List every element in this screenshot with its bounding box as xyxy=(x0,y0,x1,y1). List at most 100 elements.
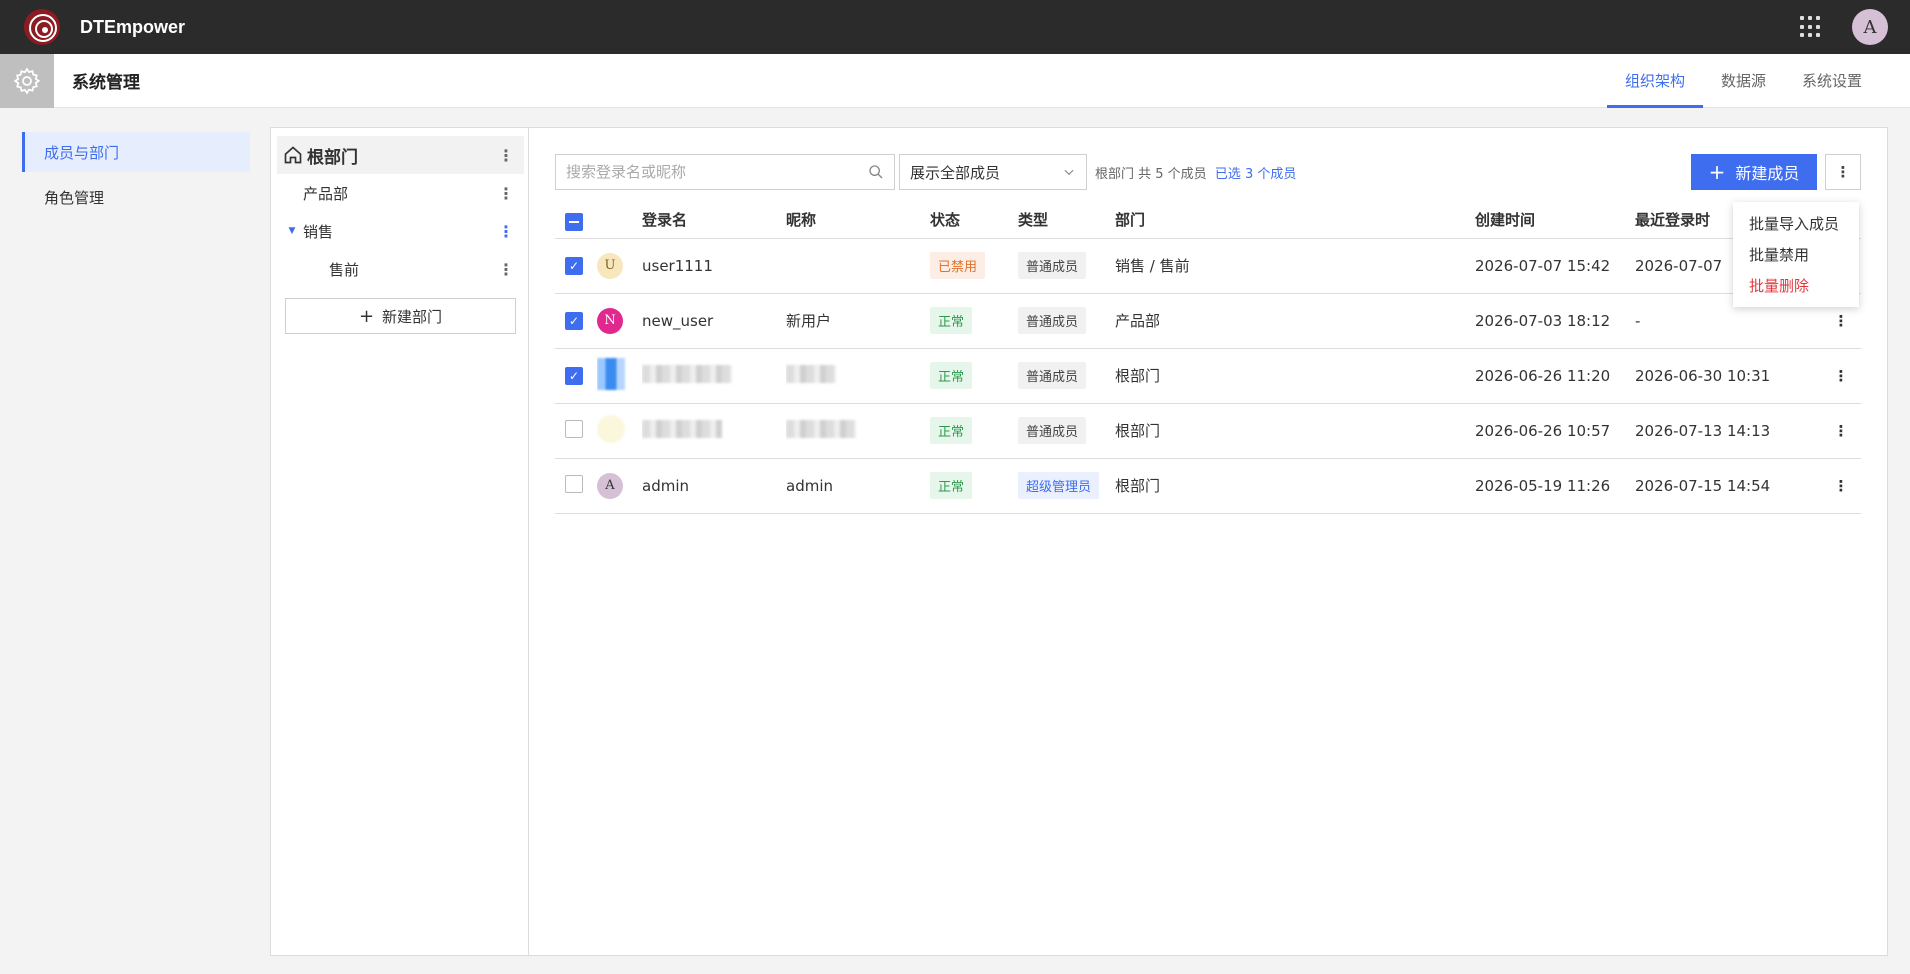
col-type: 类型 xyxy=(1018,202,1115,239)
sidebar-item-members-depts[interactable]: 成员与部门 xyxy=(22,132,250,172)
table-header-row: 登录名 昵称 状态 类型 部门 创建时间 最近登录时 xyxy=(555,202,1861,239)
dept: 产品部 xyxy=(1115,293,1475,349)
member-summary: 根部门 共 5 个成员 已选 3 个成员 xyxy=(1095,163,1296,182)
status-badge: 正常 xyxy=(930,307,973,334)
login-name-blurred xyxy=(642,364,732,383)
tab-org-structure[interactable]: 组织架构 xyxy=(1606,54,1703,108)
menu-item-batch-import[interactable]: 批量导入成员 xyxy=(1733,208,1859,239)
created-time: 2026-07-07 15:42 xyxy=(1475,238,1635,294)
app-logo-icon[interactable] xyxy=(22,7,62,47)
table-row[interactable]: 正常 普通成员 根部门 2026-06-26 10:57 2026-07-13 … xyxy=(555,403,1861,459)
dept-more-icon[interactable]: ⋮ xyxy=(498,212,514,250)
search-box xyxy=(555,154,895,190)
created-time: 2026-05-19 11:26 xyxy=(1475,458,1635,514)
dept: 根部门 xyxy=(1115,348,1475,404)
type-badge: 普通成员 xyxy=(1018,307,1087,334)
col-dept: 部门 xyxy=(1115,202,1475,239)
chevron-down-icon xyxy=(1064,169,1074,176)
table-row[interactable]: ✓ N new_user 新用户 正常 普通成员 产品部 2026-07-03 … xyxy=(555,293,1861,349)
menu-item-batch-delete[interactable]: 批量删除 xyxy=(1733,270,1859,301)
avatar: A xyxy=(597,472,623,499)
dept-root-label: 根部门 xyxy=(307,147,358,168)
member-pane: 展示全部成员 根部门 共 5 个成员 已选 3 个成员 + 新建成员 ⋮ xyxy=(529,128,1887,955)
sidebar-item-roles[interactable]: 角色管理 xyxy=(22,177,250,217)
table-row[interactable]: A admin admin 正常 超级管理员 根部门 2026-05-19 11… xyxy=(555,458,1861,514)
user-avatar[interactable]: A xyxy=(1852,9,1888,45)
dept-item-presales[interactable]: 售前 ⋮ xyxy=(277,250,524,288)
new-department-button[interactable]: + 新建部门 xyxy=(285,298,516,334)
search-icon[interactable] xyxy=(868,164,884,180)
avatar: N xyxy=(597,307,623,334)
nickname xyxy=(786,238,930,294)
login-name-blurred xyxy=(642,419,722,438)
select-all-checkbox[interactable] xyxy=(565,212,583,231)
avatar: U xyxy=(597,252,623,279)
nickname-blurred xyxy=(786,364,836,383)
nickname: 新用户 xyxy=(786,293,930,349)
dept-root-more-icon[interactable]: ⋮ xyxy=(498,136,514,174)
last-login-time: 2026-06-30 10:31 xyxy=(1635,348,1821,404)
row-checkbox[interactable]: ✓ xyxy=(565,367,583,385)
dept: 根部门 xyxy=(1115,403,1475,459)
new-member-label: 新建成员 xyxy=(1735,164,1800,183)
col-status: 状态 xyxy=(930,202,1018,239)
nickname: admin xyxy=(786,458,930,514)
new-department-label: 新建部门 xyxy=(382,307,443,326)
dept: 销售 / 售前 xyxy=(1115,238,1475,294)
table-row[interactable]: ✓ 正常 普通成员 根部门 2026-06-26 11:20 2026-06-3… xyxy=(555,348,1861,404)
member-filter-value: 展示全部成员 xyxy=(910,163,1001,182)
dept-item-product[interactable]: 产品部 ⋮ xyxy=(277,174,524,212)
batch-actions-menu: 批量导入成员 批量禁用 批量删除 xyxy=(1733,202,1859,307)
new-member-button[interactable]: + 新建成员 xyxy=(1691,154,1817,190)
nickname-blurred xyxy=(786,419,856,438)
dept-root[interactable]: 根部门 ⋮ xyxy=(277,136,524,174)
page-title: 系统管理 xyxy=(72,73,140,93)
type-badge: 普通成员 xyxy=(1018,252,1087,279)
caret-down-icon[interactable]: ▼ xyxy=(281,226,303,236)
row-checkbox[interactable] xyxy=(565,474,583,493)
type-badge: 超级管理员 xyxy=(1018,472,1100,499)
row-more-icon[interactable]: ⋮ xyxy=(1821,458,1861,514)
settings-gear-icon xyxy=(0,53,54,108)
tab-data-source[interactable]: 数据源 xyxy=(1703,54,1784,108)
main-panel: 根部门 ⋮ 产品部 ⋮ ▼ 销售 ⋮ 售前 ⋮ + 新建部门 搜索登录名或昵称 … xyxy=(270,127,1888,956)
menu-item-batch-disable[interactable]: 批量禁用 xyxy=(1733,239,1859,270)
avatar xyxy=(597,414,625,443)
app-name: DTEmpower xyxy=(80,16,186,37)
search-input[interactable] xyxy=(566,163,868,181)
plus-icon: + xyxy=(358,305,375,327)
created-time: 2026-06-26 10:57 xyxy=(1475,403,1635,459)
apps-grid-icon[interactable] xyxy=(1800,16,1822,38)
status-badge: 已禁用 xyxy=(930,252,986,279)
dept-more-icon[interactable]: ⋮ xyxy=(498,250,514,288)
member-count-text: 根部门 共 5 个成员 xyxy=(1095,166,1207,182)
page-header: 系统管理 组织架构 数据源 系统设置 xyxy=(0,53,1910,108)
created-time: 2026-06-26 11:20 xyxy=(1475,348,1635,404)
row-more-icon[interactable]: ⋮ xyxy=(1821,403,1861,459)
row-checkbox[interactable]: ✓ xyxy=(565,257,583,275)
created-time: 2026-07-03 18:12 xyxy=(1475,293,1635,349)
table-row[interactable]: ✓ U user1111 已禁用 普通成员 销售 / 售前 2026-07-07… xyxy=(555,238,1861,294)
row-more-icon[interactable]: ⋮ xyxy=(1821,348,1861,404)
row-checkbox[interactable]: ✓ xyxy=(565,312,583,330)
last-login-time: 2026-07-15 14:54 xyxy=(1635,458,1821,514)
row-checkbox[interactable] xyxy=(565,419,583,438)
dept-label: 销售 xyxy=(303,222,334,241)
batch-more-button[interactable]: ⋮ xyxy=(1825,154,1861,190)
department-tree: 根部门 ⋮ 产品部 ⋮ ▼ 销售 ⋮ 售前 ⋮ + 新建部门 xyxy=(271,128,529,955)
status-badge: 正常 xyxy=(930,472,973,499)
sidebar: 成员与部门 角色管理 xyxy=(22,132,250,222)
dept-item-sales[interactable]: ▼ 销售 ⋮ xyxy=(277,212,524,250)
col-login: 登录名 xyxy=(642,202,786,239)
top-bar: DTEmpower A xyxy=(0,0,1910,54)
dept-more-icon[interactable]: ⋮ xyxy=(498,174,514,212)
member-filter-select[interactable]: 展示全部成员 xyxy=(899,154,1087,190)
login-name: user1111 xyxy=(642,238,786,294)
status-badge: 正常 xyxy=(930,362,973,389)
tab-system-settings[interactable]: 系统设置 xyxy=(1784,54,1880,108)
dept: 根部门 xyxy=(1115,458,1475,514)
dept-label: 售前 xyxy=(329,260,360,279)
type-badge: 普通成员 xyxy=(1018,417,1087,444)
status-badge: 正常 xyxy=(930,417,973,444)
header-tabs: 组织架构 数据源 系统设置 xyxy=(1606,54,1880,108)
